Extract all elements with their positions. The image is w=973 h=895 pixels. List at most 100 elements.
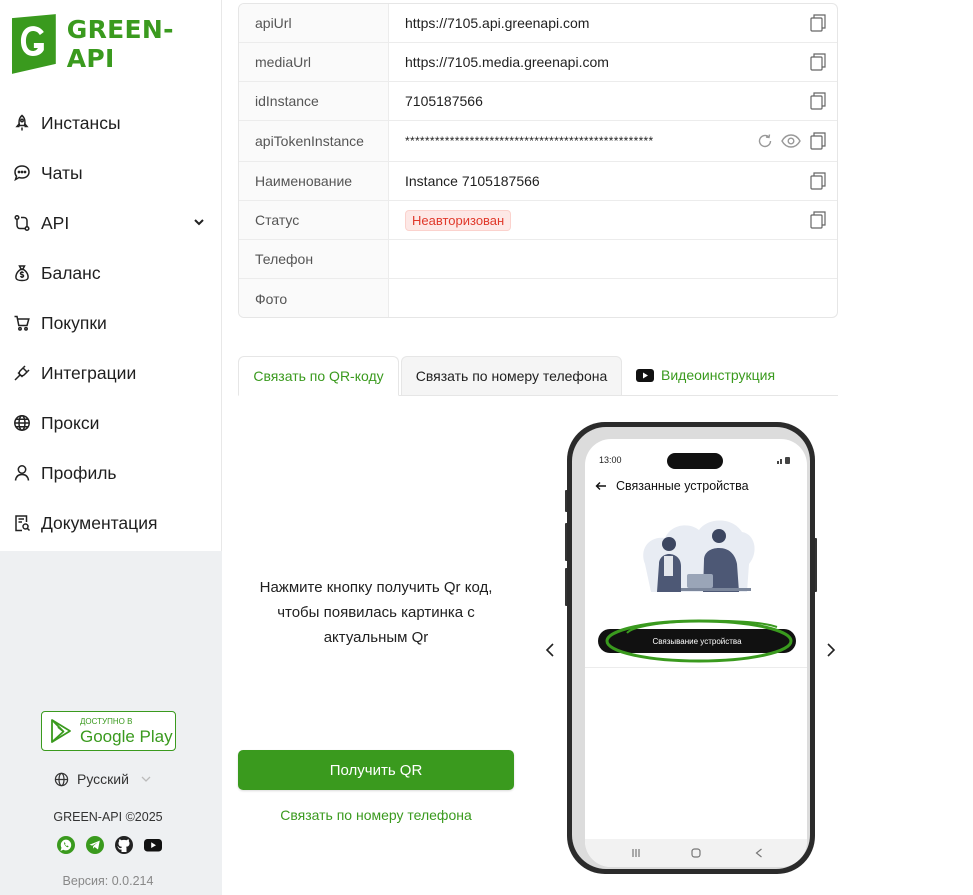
sidebar-item-label: Инстансы bbox=[41, 112, 121, 133]
sidebar-item-label: Профиль bbox=[41, 462, 117, 483]
table-row: Фото bbox=[239, 279, 837, 317]
google-play-badge[interactable]: Доступно в Google Play bbox=[41, 711, 176, 751]
sidebar-item-label: Баланс bbox=[41, 262, 101, 283]
money-bag-icon bbox=[12, 263, 32, 283]
phone-mockup: 13:00 Связанные устройства Связывание ус… bbox=[567, 422, 815, 874]
row-value: Instance 7105187566 bbox=[405, 173, 540, 189]
row-value: 7105187566 bbox=[405, 93, 483, 109]
green-api-logo-icon bbox=[11, 14, 56, 74]
sidebar: GREEN-API Инстансы Чаты API Баланс Покуп… bbox=[0, 0, 222, 895]
chevron-left-icon bbox=[545, 643, 554, 657]
sidebar-item-label: Прокси bbox=[41, 412, 100, 433]
chevron-down-icon bbox=[141, 776, 151, 782]
copy-icon[interactable] bbox=[809, 91, 827, 111]
table-row: idInstance 7105187566 bbox=[239, 82, 837, 121]
language-select[interactable]: Русский bbox=[54, 771, 152, 787]
sidebar-item-proxy[interactable]: Прокси bbox=[0, 398, 221, 448]
globe-icon bbox=[54, 772, 69, 786]
sidebar-item-balance[interactable]: Баланс bbox=[0, 248, 221, 298]
back-arrow-icon bbox=[595, 482, 606, 490]
phone-clock: 13:00 bbox=[599, 455, 622, 465]
signal-icon bbox=[777, 457, 790, 464]
user-icon bbox=[12, 463, 32, 483]
people-illustration bbox=[643, 520, 755, 592]
table-row: Статус Неавторизован bbox=[239, 201, 837, 240]
status-badge: Неавторизован bbox=[405, 209, 512, 231]
table-row: mediaUrl https://7105.media.greenapi.com bbox=[239, 43, 837, 82]
sidebar-item-docs[interactable]: Документация bbox=[0, 498, 221, 548]
copy-icon[interactable] bbox=[809, 52, 827, 72]
row-key: Телефон bbox=[239, 240, 389, 278]
row-key: Фото bbox=[239, 279, 389, 317]
copy-icon[interactable] bbox=[809, 210, 827, 230]
back-icon bbox=[755, 848, 762, 858]
route-icon bbox=[12, 213, 32, 233]
github-icon[interactable] bbox=[113, 834, 134, 855]
brand-logo[interactable]: GREEN-API bbox=[9, 14, 221, 74]
row-value: https://7105.api.greenapi.com bbox=[405, 15, 590, 31]
chevron-right-icon bbox=[827, 643, 836, 657]
sidebar-item-label: Покупки bbox=[41, 312, 107, 333]
table-row: Телефон bbox=[239, 240, 837, 279]
carousel-prev-button[interactable] bbox=[540, 640, 560, 660]
language-label: Русский bbox=[77, 771, 129, 787]
chevron-down-icon[interactable] bbox=[193, 215, 205, 233]
table-row: apiUrl https://7105.api.greenapi.com bbox=[239, 4, 837, 43]
tab-phone[interactable]: Связать по номеру телефона bbox=[401, 356, 622, 396]
carousel-next-button[interactable] bbox=[821, 640, 841, 660]
link-by-phone-link[interactable]: Связать по номеру телефона bbox=[238, 807, 514, 823]
google-play-small-text: Доступно в bbox=[80, 716, 133, 726]
youtube-icon bbox=[636, 368, 654, 382]
app-version: Версия: 0.0.214 bbox=[62, 874, 154, 888]
whatsapp-icon[interactable] bbox=[55, 834, 76, 855]
copy-icon[interactable] bbox=[809, 131, 827, 151]
link-method-tabs: Связать по QR-коду Связать по номеру тел… bbox=[238, 356, 838, 396]
tab-qr[interactable]: Связать по QR-коду bbox=[238, 356, 399, 396]
sidebar-item-integrations[interactable]: Интеграции bbox=[0, 348, 221, 398]
qr-instruction-text: Нажмите кнопку получить Qr код, чтобы по… bbox=[259, 579, 493, 646]
youtube-icon[interactable] bbox=[142, 834, 163, 855]
row-key: idInstance bbox=[239, 82, 389, 120]
sidebar-item-label: Документация bbox=[41, 512, 158, 533]
eye-icon[interactable] bbox=[781, 134, 801, 148]
recent-apps-icon bbox=[632, 849, 640, 857]
row-key: Наименование bbox=[239, 162, 389, 200]
row-value: https://7105.media.greenapi.com bbox=[405, 54, 609, 70]
row-key: Статус bbox=[239, 201, 389, 239]
highlight-circle bbox=[605, 619, 793, 663]
sidebar-item-purchases[interactable]: Покупки bbox=[0, 298, 221, 348]
rocket-icon bbox=[12, 113, 32, 133]
get-qr-button[interactable]: Получить QR bbox=[238, 750, 514, 790]
sidebar-item-profile[interactable]: Профиль bbox=[0, 448, 221, 498]
copy-icon[interactable] bbox=[809, 171, 827, 191]
globe-icon bbox=[12, 413, 32, 433]
chat-icon bbox=[12, 163, 32, 183]
sidebar-nav-panel: GREEN-API Инстансы Чаты API Баланс Покуп… bbox=[0, 0, 222, 551]
telegram-icon[interactable] bbox=[84, 834, 105, 855]
cart-icon bbox=[12, 313, 32, 333]
plug-icon bbox=[12, 363, 32, 383]
row-key: apiUrl bbox=[239, 4, 389, 42]
row-key: mediaUrl bbox=[239, 43, 389, 81]
instance-info-table: apiUrl https://7105.api.greenapi.com med… bbox=[238, 3, 838, 318]
phone-screen: 13:00 Связанные устройства Связывание ус… bbox=[585, 439, 807, 867]
phone-screen-title: Связанные устройства bbox=[616, 479, 749, 493]
sidebar-item-instances[interactable]: Инстансы bbox=[0, 98, 221, 148]
row-key: apiTokenInstance bbox=[239, 121, 389, 161]
social-links bbox=[55, 834, 163, 855]
sidebar-item-label: Чаты bbox=[41, 162, 83, 183]
copyright: GREEN-API ©2025 bbox=[53, 810, 163, 824]
refresh-icon[interactable] bbox=[757, 133, 773, 149]
tab-video-instruction[interactable]: Видеоинструкция bbox=[636, 356, 775, 394]
sidebar-item-api[interactable]: API bbox=[0, 198, 221, 248]
google-play-icon bbox=[51, 719, 71, 743]
tab-video-label: Видеоинструкция bbox=[661, 367, 776, 383]
phone-navbar bbox=[585, 839, 807, 867]
sidebar-item-chats[interactable]: Чаты bbox=[0, 148, 221, 198]
api-token-masked: ****************************************… bbox=[405, 134, 654, 148]
google-play-big-text: Google Play bbox=[80, 726, 173, 746]
sidebar-item-label: Интеграции bbox=[41, 362, 137, 383]
copy-icon[interactable] bbox=[809, 13, 827, 33]
table-row: Наименование Instance 7105187566 bbox=[239, 162, 837, 201]
document-search-icon bbox=[12, 513, 32, 533]
